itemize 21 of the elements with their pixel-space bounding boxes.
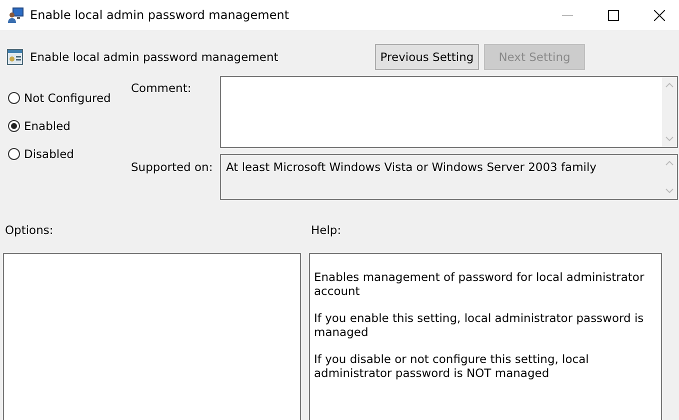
supported-on-label: Supported on: [130,159,214,176]
radio-button[interactable] [8,92,20,104]
supported-on-text: At least Microsoft Windows Vista or Windows Server 2003 family [225,159,598,176]
options-label: Options: [5,223,54,239]
comment-label: Comment: [130,80,192,97]
help-label: Help: [311,223,342,239]
radio-button[interactable] [8,120,20,132]
close-icon[interactable] [654,10,665,20]
policy-title: Enable local admin password management [30,50,278,64]
radio-button[interactable] [8,148,20,160]
maximize-icon[interactable] [608,10,619,20]
help-paragraph: Enables management of password for local administrator account [314,270,646,298]
policy-setting-icon [7,49,23,65]
help-paragraph: If you disable or not configure this setting, local administrator password is NOT managed [314,352,590,380]
radio-label[interactable]: Enabled [24,119,70,133]
help-paragraph: If you enable this setting, local administrator password is managed [314,311,645,339]
radio-label[interactable]: Disabled [24,147,74,161]
radio-label[interactable]: Not Configured [24,91,111,105]
previous-setting-button[interactable]: Previous Setting [375,44,479,70]
window-title: Enable local admin password management [30,8,290,22]
computer-user-icon [8,7,24,23]
